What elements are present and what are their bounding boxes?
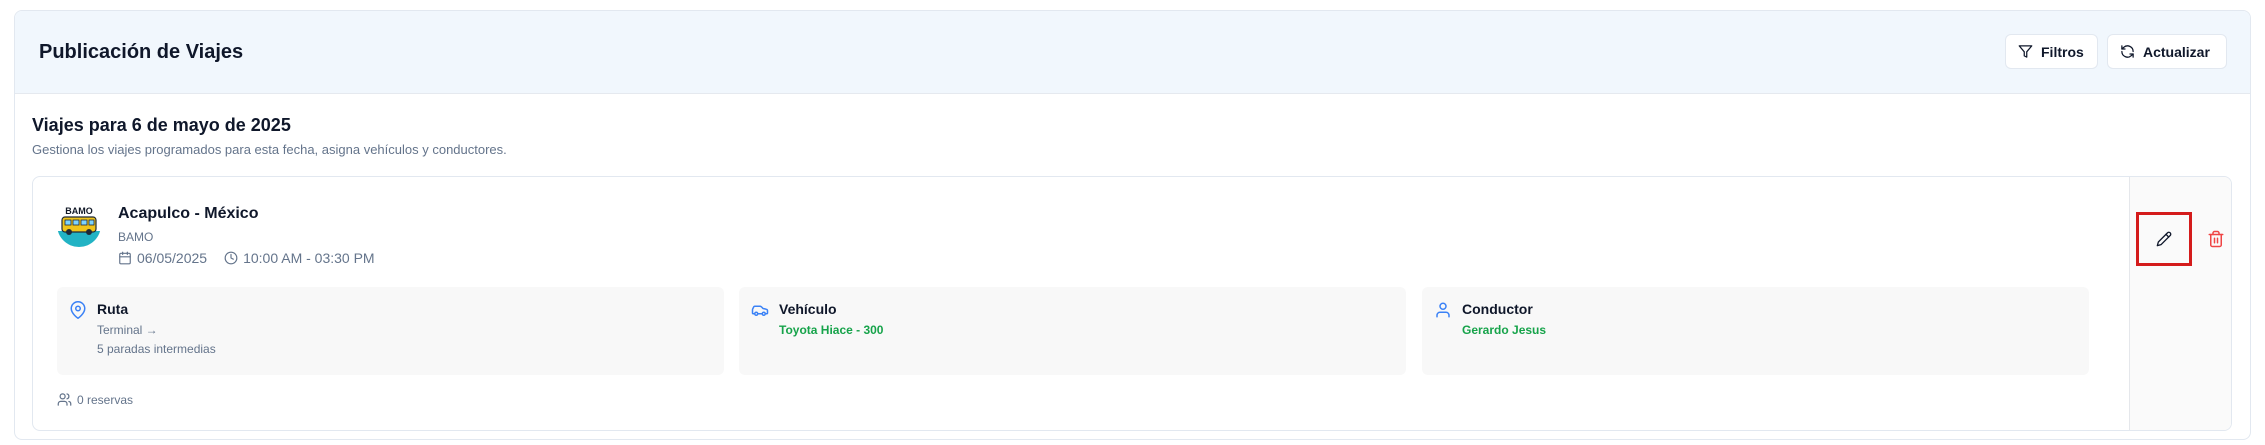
user-icon	[1436, 302, 1450, 318]
vehicle-box: Vehículo Toyota Hiace - 300	[739, 287, 1406, 375]
trip-company: BAMO	[118, 230, 154, 244]
company-logo: BAMO	[57, 203, 101, 247]
section-title: Viajes para 6 de mayo de 2025	[32, 115, 291, 135]
filters-button[interactable]: Filtros	[2005, 34, 2098, 69]
users-icon	[57, 393, 72, 406]
trip-meta: 06/05/2025 10:00 AM - 03:30 PM	[118, 250, 392, 266]
svg-text:BAMO: BAMO	[65, 206, 93, 216]
route-origin: Terminal →	[97, 323, 158, 337]
refresh-label: Actualizar	[2143, 43, 2210, 60]
filters-label: Filtros	[2041, 43, 2084, 60]
route-box: Ruta Terminal → 5 paradas intermedias	[57, 287, 724, 375]
trash-icon[interactable]	[2207, 230, 2225, 248]
page-title: Publicación de Viajes	[39, 41, 244, 63]
trip-date: 06/05/2025	[118, 250, 207, 266]
section-subtitle: Gestiona los viajes programados para est…	[32, 142, 507, 157]
trip-date-text: 06/05/2025	[137, 250, 208, 266]
trip-time-text: 10:00 AM - 03:30 PM	[243, 250, 375, 266]
driver-value: Gerardo Jesus	[1462, 323, 1547, 337]
calendar-icon	[119, 251, 131, 265]
panel-header: Publicación de Viajes Filtros Actualizar	[15, 11, 2250, 94]
trip-details: BAMO Acapulco - México BAMO 06/05/2025 1…	[33, 177, 2129, 430]
map-pin-icon	[70, 301, 86, 319]
trip-time: 10:00 AM - 03:30 PM	[224, 250, 375, 266]
route-title: Ruta	[97, 301, 129, 317]
edit-trip-button[interactable]	[2136, 212, 2192, 266]
refresh-icon	[2121, 45, 2134, 58]
vehicle-title: Vehículo	[779, 301, 837, 317]
driver-box: Conductor Gerardo Jesus	[1422, 287, 2089, 375]
trips-panel: Publicación de Viajes Filtros Actualizar…	[14, 10, 2251, 440]
pencil-icon	[2156, 231, 2172, 247]
refresh-button[interactable]: Actualizar	[2107, 34, 2227, 69]
clock-icon	[224, 251, 238, 265]
filter-icon	[2018, 45, 2033, 58]
car-icon	[751, 305, 769, 316]
route-stops: 5 paradas intermedias	[97, 342, 216, 356]
vehicle-value: Toyota Hiace - 300	[779, 323, 884, 337]
reservations-text: 0 reservas	[77, 392, 134, 407]
trip-route-name: Acapulco - México	[118, 205, 259, 222]
trip-actions	[2129, 177, 2231, 430]
reservations-count: 0 reservas	[57, 392, 133, 407]
driver-title: Conductor	[1462, 301, 1533, 317]
trip-card: BAMO Acapulco - México BAMO 06/05/2025 1…	[32, 176, 2232, 431]
